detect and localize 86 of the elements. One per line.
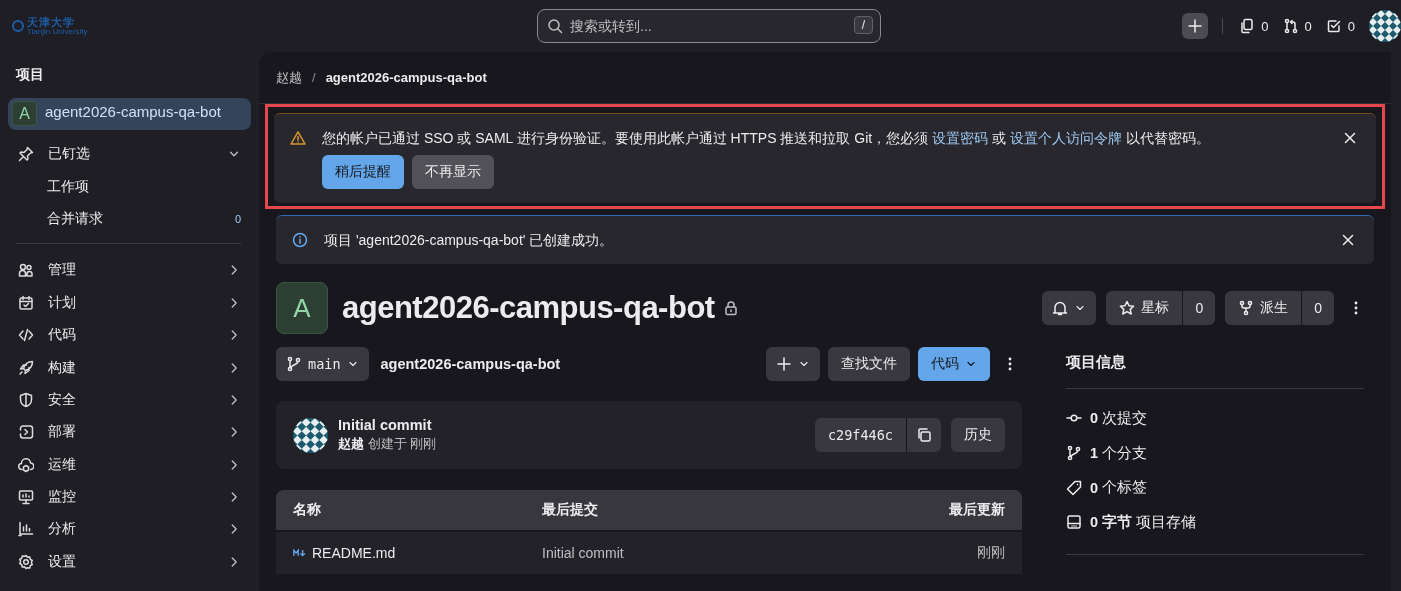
commit-sha-button[interactable]: c29f446c: [814, 418, 906, 452]
project-stat-link[interactable]: 1 个分支: [1066, 435, 1364, 471]
branch-icon: [286, 356, 302, 372]
copy-button[interactable]: [906, 418, 941, 452]
project-avatar: A: [276, 282, 328, 334]
commit-time: 创建于 刚刚: [368, 436, 437, 453]
sidebar-item[interactable]: 部署: [8, 416, 251, 449]
section-title: 项目: [14, 65, 45, 84]
sidebar-item[interactable]: 合并请求 0: [8, 202, 251, 236]
documents-icon: [1239, 18, 1256, 34]
author-link[interactable]: 赵越: [338, 436, 364, 453]
sidebar-item[interactable]: 管理: [8, 254, 251, 287]
repository-path: agent2026-campus-qa-bot: [380, 356, 561, 372]
calendar-icon: [18, 294, 34, 311]
remind-later-button[interactable]: 稍后提醒: [322, 155, 404, 189]
sidebar-item[interactable]: 监控: [8, 480, 251, 514]
settings-icon: [18, 553, 34, 570]
section-title: 项目信息: [1066, 353, 1127, 372]
people-icon: [18, 262, 34, 279]
project-avatar: A: [12, 101, 37, 126]
project-stat-link[interactable]: 0 字节 项目存储: [1066, 505, 1364, 540]
create-button[interactable]: [1182, 13, 1209, 39]
branch-dropdown[interactable]: main: [276, 347, 369, 381]
breadcrumb-link[interactable]: agent2026-campus-qa-bot: [325, 70, 487, 85]
sidebar-item[interactable]: 设置: [8, 545, 251, 579]
breadcrumb-link[interactable]: 赵越: [276, 68, 302, 87]
avatar-icon: [293, 417, 328, 453]
tag-icon: [1066, 479, 1082, 496]
star-icon: [1119, 300, 1136, 316]
todo-counter[interactable]: 0: [1323, 14, 1357, 38]
plus-icon: [776, 356, 792, 372]
monitor-icon: [18, 489, 34, 506]
code-icon: [18, 327, 34, 344]
link[interactable]: 设置个人访问令牌: [1009, 130, 1122, 146]
sidebar-item[interactable]: 安全: [8, 383, 251, 417]
issues-counter[interactable]: 0: [1237, 14, 1271, 38]
add-button[interactable]: [766, 347, 820, 381]
pinned-section[interactable]: 已钉选: [8, 138, 251, 171]
rocket-icon: [18, 359, 34, 376]
shield-icon: [18, 391, 34, 408]
checkbox-icon: [1325, 18, 1342, 34]
merge-request-icon: [1282, 18, 1299, 34]
breadcrumb-separator: /: [312, 70, 316, 85]
sidebar-item[interactable]: 运维: [8, 448, 251, 481]
fork-icon: [1238, 300, 1255, 316]
project-title: agent2026-campus-qa-bot: [342, 290, 715, 326]
link[interactable]: 设置密码: [932, 130, 989, 146]
fork-button[interactable]: 派生: [1225, 291, 1302, 325]
dismiss-button[interactable]: 不再显示: [412, 155, 494, 189]
column-header: 名称: [293, 501, 322, 519]
commit-link[interactable]: Initial commit: [542, 545, 977, 561]
alert-message: 项目 'agent2026-campus-qa-bot' 已创建成功。: [324, 231, 615, 250]
bell-icon: [1052, 300, 1069, 316]
sidebar-item[interactable]: 计划: [8, 286, 251, 319]
shortcut-key: /: [853, 16, 873, 34]
branch-icon: [1066, 445, 1082, 462]
project-stat-link[interactable]: 0 个标签: [1066, 470, 1364, 506]
sidebar-item[interactable]: 工作项: [8, 170, 251, 203]
alert-message: 您的帐户已通过 SSO 或 SAML 进行身份验证。要使用此帐户通过 HTTPS 推送和拉取 Git，您必须 设置密码 或 设置个人访问令牌 以代替密码。: [322, 129, 1211, 148]
sidebar-item[interactable]: 分析: [8, 513, 251, 546]
file-link[interactable]: README.md: [312, 545, 396, 561]
merge-counter[interactable]: 0: [1280, 14, 1314, 38]
column-header: 最后提交: [542, 501, 599, 519]
find-file-button[interactable]: 查找文件: [828, 347, 910, 381]
count-button[interactable]: 0: [1182, 291, 1216, 325]
sidebar-item[interactable]: 代码: [8, 318, 251, 352]
star-button[interactable]: 星标: [1106, 291, 1183, 325]
project-item[interactable]: A agent2026-campus-qa-bot: [8, 98, 251, 130]
project-stat-link[interactable]: 0 次提交: [1066, 401, 1364, 436]
plus-icon: [1187, 18, 1204, 34]
copy-icon: [916, 427, 932, 443]
code-dropdown[interactable]: 代码: [918, 347, 990, 381]
avatar-icon: [1369, 10, 1401, 42]
cloud-icon: [18, 456, 34, 473]
notification-button[interactable]: [1042, 291, 1097, 325]
commit-title[interactable]: Initial commit: [338, 417, 437, 433]
count-button[interactable]: 0: [1301, 291, 1334, 325]
table-cell: 刚刚: [977, 544, 1005, 562]
search-icon: [547, 18, 563, 34]
history-button[interactable]: 历史: [951, 418, 1005, 452]
bar-chart-icon: [18, 521, 34, 538]
column-header: 最后更新: [949, 501, 1005, 519]
sidebar-item[interactable]: 构建: [8, 351, 251, 384]
pin-icon: [18, 146, 34, 163]
deploy-icon: [18, 424, 34, 441]
storage-icon: [1066, 514, 1082, 531]
